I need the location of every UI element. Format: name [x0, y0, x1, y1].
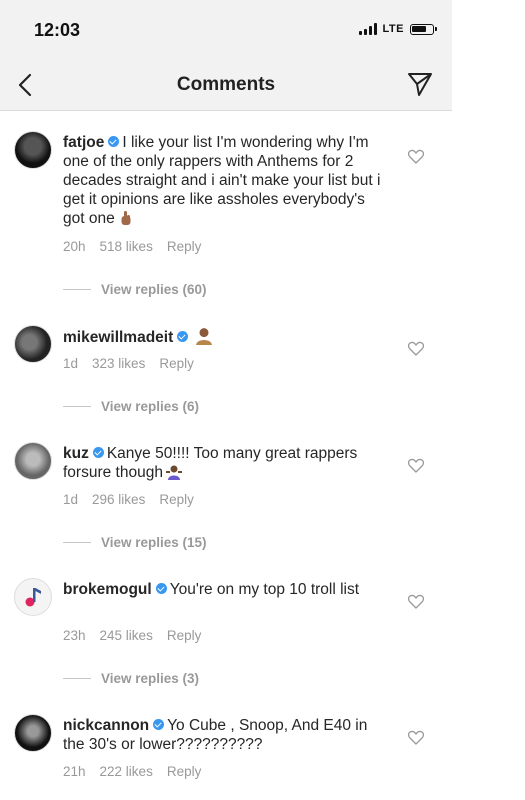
view-replies-label: View replies (3): [101, 671, 200, 686]
heart-icon[interactable]: [408, 594, 424, 609]
verified-badge-icon: [177, 331, 189, 342]
reply-button[interactable]: Reply: [167, 628, 202, 643]
avatar[interactable]: [14, 578, 52, 616]
phone-screen: 12:03 LTE Comments fatjoe I like your lis…: [0, 0, 452, 800]
comment-time: 1d: [63, 492, 79, 507]
status-indicators: LTE: [358, 23, 437, 35]
signal-icon: [358, 23, 377, 35]
comment-body: nickcannon Yo Cube , Snoop, And E40 in th…: [63, 716, 383, 754]
verified-badge-icon: [155, 583, 167, 594]
comment-meta: 1d 323 likes Reply: [63, 356, 194, 371]
comment-body: fatjoe I like your list I'm wondering why…: [63, 133, 383, 228]
comment-body: brokemogul You're on my top 10 troll list: [63, 580, 383, 599]
avatar[interactable]: [14, 714, 52, 752]
comment-likes[interactable]: 518 likes: [100, 239, 153, 254]
heart-icon[interactable]: [408, 341, 424, 356]
comment-username[interactable]: mikewillmadeit: [63, 329, 173, 346]
comment-likes[interactable]: 222 likes: [100, 764, 153, 779]
divider-line: [63, 678, 91, 679]
comment-time: 21h: [63, 764, 86, 779]
nav-bar: Comments: [0, 62, 452, 111]
heart-icon[interactable]: [408, 730, 424, 745]
comment-likes[interactable]: 296 likes: [92, 492, 145, 507]
view-replies-label: View replies (60): [101, 282, 207, 297]
view-replies-label: View replies (15): [101, 535, 207, 550]
reply-button[interactable]: Reply: [167, 239, 202, 254]
comment-likes[interactable]: 323 likes: [92, 356, 145, 371]
view-replies-label: View replies (6): [101, 399, 200, 414]
view-replies-button[interactable]: View replies (6): [63, 399, 199, 414]
comment-likes[interactable]: 245 likes: [100, 628, 153, 643]
status-time: 12:03: [34, 20, 81, 40]
network-label: LTE: [382, 23, 404, 35]
view-replies-button[interactable]: View replies (3): [63, 671, 199, 686]
verified-badge-icon: [153, 719, 165, 730]
comment-meta: 1d 296 likes Reply: [63, 492, 194, 507]
comment-time: 20h: [63, 239, 86, 254]
comment-text: You're on my top 10 troll list: [169, 581, 360, 598]
comment-text: I like your list I'm wondering why I'm o…: [63, 134, 381, 227]
divider-line: [63, 406, 91, 407]
view-replies-button[interactable]: View replies (15): [63, 535, 207, 550]
hand-emoji-icon: [121, 211, 131, 225]
battery-icon: [410, 23, 437, 35]
heart-icon[interactable]: [408, 458, 424, 473]
reply-button[interactable]: Reply: [167, 764, 202, 779]
status-bar: 12:03 LTE: [0, 0, 452, 62]
divider-line: [63, 289, 91, 290]
verified-badge-icon: [92, 447, 104, 458]
comment-username[interactable]: fatjoe: [63, 134, 104, 151]
comment-time: 1d: [63, 356, 79, 371]
music-note-icon: [25, 588, 41, 607]
page-title: Comments: [176, 74, 276, 95]
heart-icon[interactable]: [408, 149, 424, 164]
comment-time: 23h: [63, 628, 86, 643]
comment-text: Kanye 50!!!! Too many great rappers fors…: [63, 445, 358, 481]
person-emoji-icon: [196, 328, 213, 345]
comment-meta: 23h 245 likes Reply: [63, 628, 201, 643]
verified-badge-icon: [108, 136, 120, 147]
comment-body: kuz Kanye 50!!!! Too many great rappers f…: [63, 444, 383, 482]
avatar[interactable]: [14, 325, 52, 363]
send-icon[interactable]: [406, 70, 434, 98]
comment-meta: 21h 222 likes Reply: [63, 764, 201, 779]
avatar[interactable]: [14, 442, 52, 480]
comment-body: mikewillmadeit: [63, 327, 383, 347]
comment-username[interactable]: kuz: [63, 445, 89, 462]
divider-line: [63, 542, 91, 543]
comment-username[interactable]: nickcannon: [63, 717, 149, 734]
reply-button[interactable]: Reply: [159, 356, 194, 371]
reply-button[interactable]: Reply: [159, 492, 194, 507]
shrug-emoji-icon: [165, 465, 182, 480]
comment-meta: 20h 518 likes Reply: [63, 239, 201, 254]
view-replies-button[interactable]: View replies (60): [63, 282, 207, 297]
avatar[interactable]: [14, 131, 52, 169]
comment-username[interactable]: brokemogul: [63, 581, 152, 598]
